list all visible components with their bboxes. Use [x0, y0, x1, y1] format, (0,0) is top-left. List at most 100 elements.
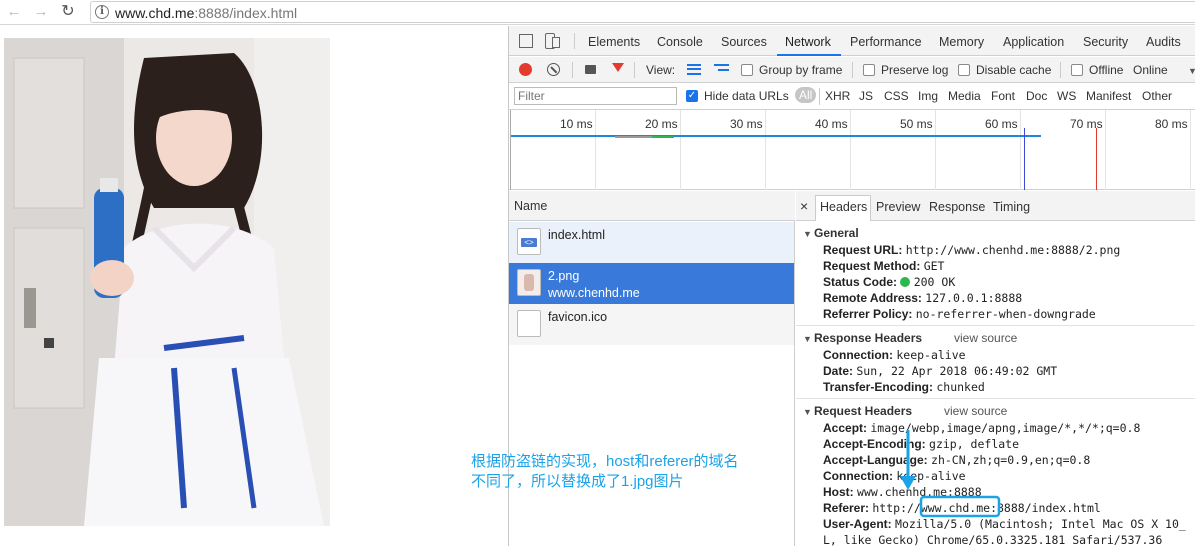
- url-text: www.chd.me:8888/index.html: [115, 5, 297, 21]
- request-name: index.html: [548, 228, 605, 242]
- filter-input[interactable]: [514, 87, 677, 105]
- header-value: www.chenhd.me:8888: [857, 485, 982, 499]
- header-key: Accept-Encoding:: [823, 437, 926, 451]
- header-key: Date:: [823, 364, 854, 378]
- toolbar-divider-2: [634, 62, 635, 78]
- view-source-link[interactable]: view source: [944, 404, 1007, 418]
- header-value: image/webp,image/apng,image/*,*/*;q=0.8: [870, 421, 1141, 435]
- type-filter-css[interactable]: CSS: [884, 89, 909, 103]
- tab-security[interactable]: Security: [1083, 35, 1128, 49]
- tab-audits[interactable]: Audits: [1146, 35, 1181, 49]
- offline-checkbox[interactable]: [1071, 64, 1083, 76]
- request-headers-section-header[interactable]: ▼ Request Headers: [803, 404, 912, 418]
- photo-image: [4, 38, 330, 526]
- header-key: Connection:: [823, 348, 893, 362]
- html-file-icon: <>: [517, 228, 541, 255]
- tab-application[interactable]: Application: [1003, 35, 1064, 49]
- type-filter-font[interactable]: Font: [991, 89, 1015, 103]
- forward-arrow-icon[interactable]: →: [31, 2, 51, 22]
- large-rows-icon-mid: [687, 68, 701, 70]
- back-arrow-icon[interactable]: ←: [4, 2, 24, 22]
- type-filter-xhr[interactable]: XHR: [825, 89, 850, 103]
- network-timeline[interactable]: 10 ms 20 ms 30 ms 40 ms 50 ms 60 ms 70 m…: [509, 110, 1195, 190]
- hide-data-urls-checkbox[interactable]: ✓: [686, 90, 698, 102]
- toolbar-divider-4: [1060, 62, 1061, 78]
- record-icon[interactable]: [519, 63, 532, 76]
- url-input[interactable]: i www.chd.me:8888/index.html: [90, 1, 1195, 23]
- timeline-label: 40 ms: [815, 117, 848, 131]
- tab-console[interactable]: Console: [657, 35, 703, 49]
- timeline-label: 70 ms: [1070, 117, 1103, 131]
- timeline-tick: [765, 110, 766, 190]
- preserve-log-checkbox[interactable]: [863, 64, 875, 76]
- tab-sources[interactable]: Sources: [721, 35, 767, 49]
- type-filter-js[interactable]: JS: [859, 89, 873, 103]
- toolbar-divider: [572, 62, 573, 78]
- disable-cache-checkbox[interactable]: [958, 64, 970, 76]
- reload-icon[interactable]: ↻: [58, 2, 78, 22]
- annotation-line: 根据防盗链的实现，host和referer的域名: [471, 453, 739, 470]
- inspect-element-icon[interactable]: [519, 34, 533, 48]
- tab-headers[interactable]: Headers: [820, 200, 867, 214]
- column-name-header[interactable]: Name: [514, 199, 547, 213]
- tab-network[interactable]: Network: [785, 35, 831, 49]
- request-row-index[interactable]: <> index.html: [509, 222, 794, 263]
- url-host: www.chd.me: [115, 5, 195, 21]
- header-key: Request URL:: [823, 243, 903, 257]
- address-bar: ← → ↻ i www.chd.me:8888/index.html: [0, 0, 1195, 25]
- tab-performance[interactable]: Performance: [850, 35, 922, 49]
- timeline-tick: [595, 110, 596, 190]
- camera-icon[interactable]: [585, 65, 596, 74]
- type-filter-other[interactable]: Other: [1142, 89, 1172, 103]
- header-key: User-Agent:: [823, 517, 892, 531]
- domcontentloaded-marker: [1024, 128, 1025, 190]
- type-filter-all[interactable]: All: [795, 87, 817, 103]
- header-row: User-Agent: Mozilla/5.0 (Macintosh; Inte…: [823, 517, 1186, 531]
- type-filter-media[interactable]: Media: [948, 89, 981, 103]
- offline-label: Offline: [1089, 63, 1124, 77]
- tab-response[interactable]: Response: [929, 200, 985, 214]
- general-section-header[interactable]: ▼ General: [803, 226, 859, 240]
- header-row: Date: Sun, 22 Apr 2018 06:49:02 GMT: [823, 364, 1057, 378]
- close-icon[interactable]: ×: [800, 198, 808, 214]
- filter-icon[interactable]: [612, 63, 624, 72]
- devtools-tabbar: Elements Console Sources Network Perform…: [509, 26, 1195, 56]
- section-divider: [796, 398, 1195, 399]
- chevron-down-icon[interactable]: ▼: [1188, 66, 1195, 76]
- request-row-image[interactable]: 2.png www.chenhd.me: [509, 263, 794, 304]
- info-icon[interactable]: i: [95, 5, 109, 19]
- timeline-label: 10 ms: [560, 117, 593, 131]
- toolbar-divider-3: [852, 62, 853, 78]
- type-filter-manifest[interactable]: Manifest: [1086, 89, 1131, 103]
- timeline-label: 20 ms: [645, 117, 678, 131]
- waterfall-icon-mid: [718, 69, 729, 71]
- header-value: Sun, 22 Apr 2018 06:49:02 GMT: [856, 364, 1058, 378]
- type-filter-img[interactable]: Img: [918, 89, 938, 103]
- header-key: Accept-Language:: [823, 453, 928, 467]
- header-row: Accept-Language: zh-CN,zh;q=0.9,en;q=0.8: [823, 453, 1090, 467]
- timeline-label: 30 ms: [730, 117, 763, 131]
- type-filter-doc[interactable]: Doc: [1026, 89, 1047, 103]
- tab-memory[interactable]: Memory: [939, 35, 984, 49]
- response-headers-section-header[interactable]: ▼ Response Headers: [803, 331, 922, 345]
- header-value: http://www.chd.me:8888/index.html: [872, 501, 1101, 515]
- tab-preview[interactable]: Preview: [876, 200, 920, 214]
- header-value: chunked: [936, 380, 985, 394]
- header-value: 127.0.0.1:8888: [925, 291, 1023, 305]
- header-value: 200 OK: [913, 275, 956, 289]
- request-list: Name <> index.html 2.png www.chenhd.me f…: [509, 191, 795, 546]
- view-source-link[interactable]: view source: [954, 331, 1017, 345]
- view-label: View:: [646, 63, 676, 77]
- disable-cache-label: Disable cache: [976, 63, 1052, 77]
- throttling-select[interactable]: Online: [1133, 63, 1168, 77]
- image-file-icon: [517, 269, 541, 296]
- type-filter-ws[interactable]: WS: [1057, 89, 1076, 103]
- group-by-frame-checkbox[interactable]: [741, 64, 753, 76]
- url-path: :8888/index.html: [194, 5, 298, 21]
- request-row-favicon[interactable]: favicon.ico: [509, 304, 794, 345]
- details-tabbar: × Headers Preview Response Timing: [796, 191, 1195, 221]
- network-toolbar: View: Group by frame Preserve log Disabl…: [509, 57, 1195, 83]
- tab-elements[interactable]: Elements: [588, 35, 640, 49]
- request-domain: www.chenhd.me: [548, 286, 640, 300]
- tab-timing[interactable]: Timing: [993, 200, 1030, 214]
